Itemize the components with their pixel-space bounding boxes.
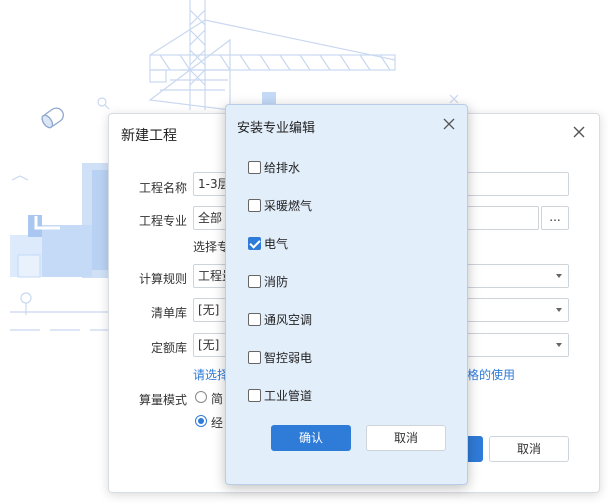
option-industrial-pipeline[interactable]: 工业管道 [248, 387, 312, 403]
option-heating-gas[interactable]: 采暖燃气 [248, 197, 312, 213]
select-link[interactable]: 请选择 [193, 366, 229, 383]
checkbox[interactable] [248, 198, 261, 212]
bill-lib-value: [无] [198, 303, 220, 317]
quota-lib-label: 定额库 [150, 341, 187, 355]
dropdown-arrow-icon [556, 274, 562, 278]
checkbox[interactable] [248, 274, 261, 288]
modal-title: 安装专业编辑 [237, 121, 316, 136]
confirm-button[interactable]: 确认 [271, 425, 351, 451]
spec-more-button[interactable]: ... [541, 206, 569, 230]
calc-rule-label: 计算规则 [138, 272, 187, 286]
checkbox[interactable] [248, 160, 261, 174]
checkbox-checked[interactable] [248, 236, 261, 250]
quota-lib-value: [无] [198, 338, 220, 352]
close-icon[interactable] [569, 122, 589, 142]
checkbox[interactable] [248, 388, 261, 402]
option-electrical[interactable]: 电气 [248, 235, 288, 251]
checkbox[interactable] [248, 350, 261, 364]
usage-link[interactable]: 格的使用 [467, 366, 515, 383]
dialog-title: 新建工程 [121, 128, 177, 144]
cancel-button[interactable]: 取消 [489, 436, 569, 462]
dropdown-arrow-icon [556, 308, 562, 312]
mode-radio-simple[interactable] [195, 391, 207, 403]
project-name-label: 工程名称 [138, 181, 187, 195]
option-fire-protection[interactable]: 消防 [248, 273, 288, 289]
option-smart-weak-current[interactable]: 智控弱电 [248, 349, 312, 365]
cancel-button[interactable]: 取消 [366, 425, 446, 451]
checkbox[interactable] [248, 312, 261, 326]
option-hvac[interactable]: 通风空调 [248, 311, 312, 327]
bill-lib-label: 清单库 [150, 306, 187, 320]
dropdown-arrow-icon [556, 343, 562, 347]
project-spec-label: 工程专业 [138, 214, 187, 228]
mode-label: 算量模式 [138, 393, 187, 407]
option-water-supply[interactable]: 给排水 [248, 159, 300, 175]
install-spec-edit-dialog: 安装专业编辑 给排水 采暖燃气 电气 消防 通风空调 智控弱电 工业管道 确认 … [225, 104, 468, 485]
close-icon[interactable] [441, 116, 457, 132]
mode-radio-classic[interactable] [195, 415, 207, 427]
